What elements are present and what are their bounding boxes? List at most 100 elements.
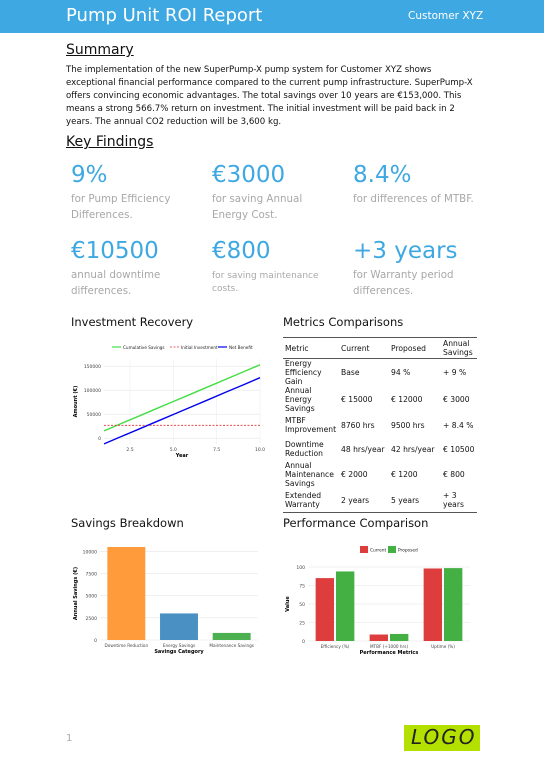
y-tick-label: 75 xyxy=(299,584,305,590)
cell-proposed: 5 years xyxy=(389,488,441,513)
report-header: Pump Unit ROI Report Customer XYZ xyxy=(0,0,544,33)
x-axis-label: Performance Metrics xyxy=(360,650,419,656)
x-tick-label: Efficiency (%) xyxy=(321,644,350,649)
metrics-comparisons-title: Metrics Comparisons xyxy=(283,315,404,329)
y-tick-label: 7500 xyxy=(86,572,98,578)
legend-label: Current xyxy=(370,548,386,554)
y-tick-label: 100 xyxy=(296,565,305,571)
y-tick-label: 0 xyxy=(98,436,101,442)
summary-text: The implementation of the new SuperPump-… xyxy=(66,65,473,127)
bar xyxy=(160,613,198,640)
y-tick-label: 0 xyxy=(94,638,97,644)
cell-current: 48 hrs/year xyxy=(341,444,385,454)
legend-label: Initial Investment xyxy=(181,345,218,350)
metrics-table: Metric Current Proposed Annual Savings E… xyxy=(283,337,477,513)
y-axis-label: Amount (€) xyxy=(73,386,79,418)
x-tick-label: MTBF (÷1000 hrs) xyxy=(370,644,408,649)
x-axis-label: Year xyxy=(175,453,189,459)
bar xyxy=(212,632,251,640)
cell-savings: + 8.4 % xyxy=(443,420,474,430)
cell-proposed: € 1200 xyxy=(391,470,418,479)
table-row: Annual Energy Savings € 15000 € 12000 € … xyxy=(283,386,477,413)
table-row: Energy Efficiency Gain Base 94 % + 9 % xyxy=(283,359,477,387)
bar xyxy=(423,568,442,641)
y-tick-label: 5000 xyxy=(86,594,98,600)
cell-current: 8760 hrs xyxy=(341,420,375,430)
page-number: 1 xyxy=(66,733,73,744)
cell-metric: Extended Warranty xyxy=(283,488,339,513)
legend-label: Proposed xyxy=(398,548,418,554)
kpi-description: for differences of MTBF. xyxy=(353,193,474,205)
legend-swatch xyxy=(360,546,368,553)
cell-metric: MTBF Improvement xyxy=(285,416,337,434)
y-tick-label: 150000 xyxy=(84,364,101,370)
kpi-downtime: €10500 annual downtime differences. xyxy=(71,238,196,299)
x-tick-label: Maintenance Savings xyxy=(209,643,254,648)
x-axis-label: Savings Category xyxy=(154,649,204,655)
legend-label: Net Benefit xyxy=(229,345,253,350)
cell-savings: + 9 % xyxy=(443,368,467,377)
table-row: Annual Maintenance Savings € 2000 € 1200… xyxy=(283,461,477,488)
bar xyxy=(336,571,355,641)
cell-proposed: € 12000 xyxy=(391,395,423,404)
performance-comparison-chart: 0 25 50 75 100 Efficiency (%) MTBF (÷1000 hrs)… xyxy=(285,546,470,656)
x-tick-label: Energy Savings xyxy=(163,643,195,648)
company-logo: LOGO xyxy=(404,725,480,751)
column-header-proposed: Proposed xyxy=(389,337,441,359)
cell-current: 2 years xyxy=(339,488,389,513)
x-tick-label: 2.5 xyxy=(126,447,133,453)
y-tick-label: 25 xyxy=(299,621,305,627)
kpi-value: €800 xyxy=(212,238,271,264)
table-header-row: Metric Current Proposed Annual Savings xyxy=(283,337,477,359)
cell-savings: € 10500 xyxy=(443,444,475,454)
y-tick-label: 50000 xyxy=(87,412,101,418)
table-row: MTBF Improvement 8760 hrs 9500 hrs + 8.4… xyxy=(283,413,477,437)
column-header-current: Current xyxy=(339,337,389,359)
x-tick-label: 7.5 xyxy=(213,447,220,453)
kpi-description: for saving Annual Energy Cost. xyxy=(212,193,303,221)
bar xyxy=(107,547,146,640)
x-tick-label: Uptime (%) xyxy=(431,644,455,649)
kpi-description: annual downtime differences. xyxy=(71,269,161,297)
cell-savings: + 3 years xyxy=(441,488,477,513)
legend-label: Cumulative Savings xyxy=(123,345,165,350)
kpi-description: for saving maintenance costs. xyxy=(212,271,319,294)
summary-heading: Summary xyxy=(66,42,134,58)
kpi-mtbf: 8.4% for differences of MTBF. xyxy=(353,162,478,208)
cell-metric: Annual Energy Savings xyxy=(285,386,315,413)
customer-name: Customer XYZ xyxy=(408,10,484,22)
kpi-value: 9% xyxy=(71,162,108,188)
cell-savings: € 3000 xyxy=(443,395,470,404)
bar xyxy=(444,568,463,641)
logo-text: LOGO xyxy=(411,725,477,749)
cell-proposed: 94 % xyxy=(391,368,411,377)
kpi-description: for Warranty period differences. xyxy=(353,269,454,297)
report-title: Pump Unit ROI Report xyxy=(66,5,263,26)
x-tick-label: Downtime Reduction xyxy=(105,643,149,648)
kpi-efficiency: 9% for Pump Efficiency Differences. xyxy=(71,162,196,223)
cell-current: € 2000 xyxy=(341,470,368,479)
cell-metric: Annual Maintenance Savings xyxy=(285,461,334,488)
kpi-value: €3000 xyxy=(212,162,286,188)
y-tick-label: 10000 xyxy=(83,549,97,555)
column-header-metric: Metric xyxy=(283,337,339,359)
table-row: Extended Warranty 2 years 5 years + 3 ye… xyxy=(283,488,477,513)
kpi-warranty: +3 years for Warranty period differences… xyxy=(353,238,478,299)
y-tick-label: 50 xyxy=(299,602,305,608)
y-tick-label: 2500 xyxy=(86,616,98,622)
cell-proposed: 9500 hrs xyxy=(391,420,425,430)
cell-savings: € 800 xyxy=(443,470,465,479)
savings-breakdown-title: Savings Breakdown xyxy=(71,516,184,530)
investment-recovery-chart: 0500001000001500002.5 5.0 7.5 10.0YearAmoun… xyxy=(73,345,265,459)
cell-metric: Energy Efficiency Gain xyxy=(285,359,322,386)
x-tick-label: 10.0 xyxy=(255,447,265,453)
column-header-annual-savings: Annual Savings xyxy=(441,337,477,359)
performance-comparison-title: Performance Comparison xyxy=(283,516,429,530)
y-tick-label: 0 xyxy=(302,639,305,645)
key-findings-heading: Key Findings xyxy=(66,134,154,150)
savings-breakdown-chart: 0 2500 5000 7500 10000 Downtime Reduction Ener… xyxy=(73,547,258,655)
legend-swatch xyxy=(388,546,396,553)
cell-current: Base xyxy=(341,368,360,377)
kpi-value: €10500 xyxy=(71,238,159,264)
y-axis-label: Value xyxy=(285,596,291,612)
